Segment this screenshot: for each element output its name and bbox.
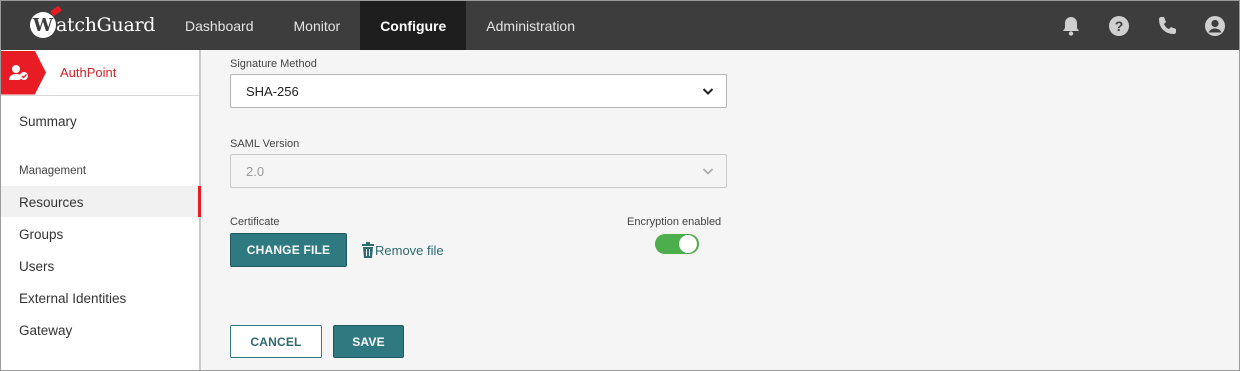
watchguard-logo[interactable]: W atchGuard [30,12,155,38]
certificate-label: Certificate [230,216,280,228]
encryption-toggle[interactable] [655,234,699,254]
toggle-knob [679,235,697,253]
app-window: W atchGuard Dashboard Monitor Configure … [0,0,1240,371]
sidebar-item-gateway[interactable]: Gateway [19,323,72,338]
change-file-button[interactable]: CHANGE FILE [230,233,347,267]
logo-mark: W [30,12,56,38]
encryption-enabled-label: Encryption enabled [627,216,722,228]
bell-icon[interactable] [1059,14,1083,38]
nav-dashboard[interactable]: Dashboard [165,1,274,50]
trash-icon [362,242,374,258]
sidebar: AuthPoint Summary Management Resources G… [1,50,201,370]
save-button[interactable]: SAVE [333,325,404,358]
chevron-down-icon [702,168,714,175]
main-nav: Dashboard Monitor Configure Administrati… [165,1,595,50]
nav-monitor[interactable]: Monitor [274,1,361,50]
signature-method-select[interactable]: SHA-256 [230,74,727,108]
signature-method-label: Signature Method [230,58,317,70]
sidebar-section-management: Management [19,165,87,177]
sidebar-item-groups[interactable]: Groups [19,227,63,242]
top-icons: ? [1059,14,1227,38]
app-header: AuthPoint [1,50,199,96]
cancel-button[interactable]: CANCEL [230,325,322,358]
sidebar-item-users[interactable]: Users [19,259,54,274]
chevron-down-icon [702,88,714,95]
nav-configure[interactable]: Configure [360,1,467,50]
main-content: Signature Method SHA-256 SAML Version 2.… [203,50,1239,370]
help-icon[interactable]: ? [1107,14,1131,38]
saml-version-select: 2.0 [230,154,727,188]
svg-text:?: ? [1115,18,1124,34]
authpoint-app-icon [1,50,46,95]
remove-file-text: Remove file [375,242,444,258]
top-navigation-bar: W atchGuard Dashboard Monitor Configure … [1,1,1239,50]
saml-version-value: 2.0 [246,164,265,179]
sidebar-item-resources[interactable]: Resources [19,195,84,210]
sidebar-active-indicator [198,186,201,217]
sidebar-item-external-identities[interactable]: External Identities [19,291,126,306]
saml-version-label: SAML Version [230,138,300,150]
nav-administration[interactable]: Administration [466,1,595,50]
app-name[interactable]: AuthPoint [60,65,116,80]
sidebar-item-summary[interactable]: Summary [19,114,77,129]
remove-file-link[interactable]: Remove file [361,242,444,258]
phone-icon[interactable] [1155,14,1179,38]
signature-method-value: SHA-256 [246,84,299,99]
logo-text: atchGuard [56,14,156,36]
user-icon[interactable] [1203,14,1227,38]
